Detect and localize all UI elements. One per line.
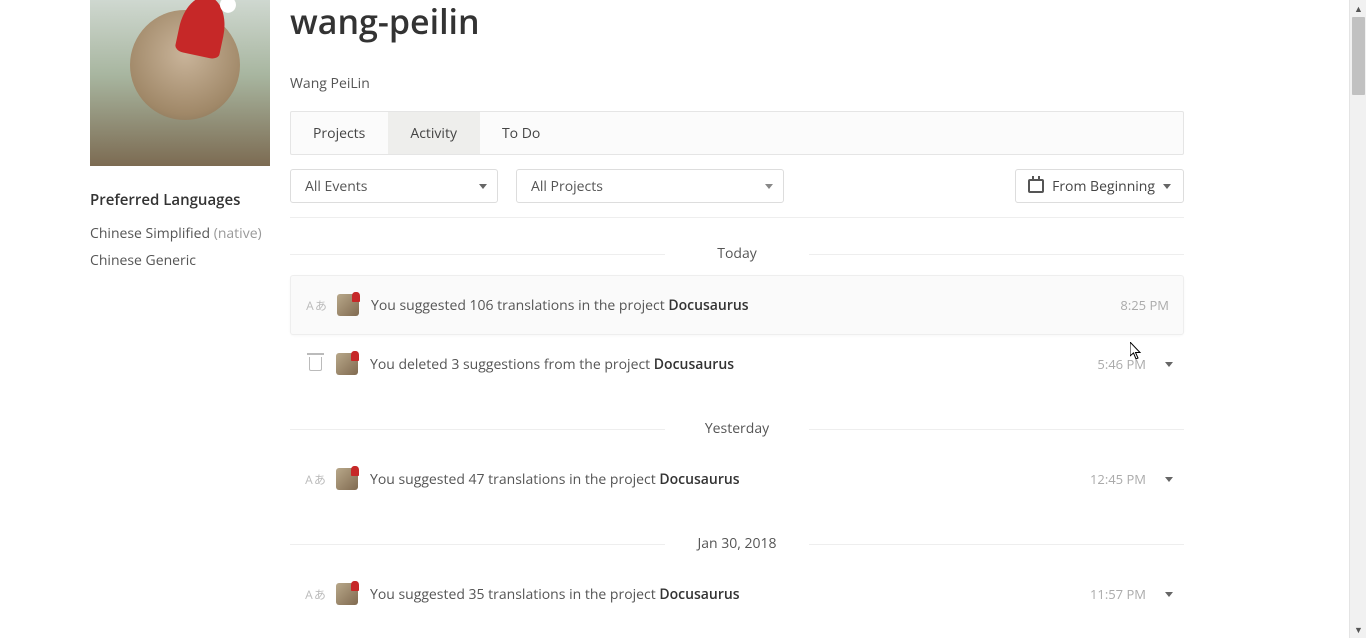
chevron-down-icon bbox=[1163, 184, 1171, 189]
translate-icon: A あ bbox=[298, 471, 332, 488]
activity-timestamp: 5:46 PM bbox=[1097, 355, 1146, 373]
activity-date-group: Yesterday A あ You suggested 47 translation… bbox=[290, 419, 1184, 508]
profile-tabs: Projects Activity To Do bbox=[290, 111, 1184, 155]
activity-date-group: Jan 30, 2018 A あ You suggested 35 translat… bbox=[290, 534, 1184, 623]
activity-row[interactable]: A あ You suggested 35 translations in the … bbox=[290, 565, 1184, 623]
language-name: Chinese Generic bbox=[90, 251, 196, 270]
tab-projects[interactable]: Projects bbox=[291, 112, 388, 154]
activity-timestamp: 11:57 PM bbox=[1090, 585, 1146, 603]
projects-filter-select[interactable]: All Projects bbox=[516, 169, 784, 203]
translate-icon: A あ bbox=[298, 586, 332, 603]
scroll-up-arrow-icon[interactable]: ▲ bbox=[1350, 0, 1366, 17]
activity-timestamp: 12:45 PM bbox=[1090, 470, 1146, 488]
activity-text: You suggested 35 translations in the pro… bbox=[370, 585, 1090, 604]
chevron-down-icon bbox=[479, 184, 487, 189]
projects-filter-value: All Projects bbox=[531, 177, 603, 196]
activity-date-group: Today A あ You suggested 106 translations i… bbox=[290, 244, 1184, 393]
activity-timestamp: 8:25 PM bbox=[1120, 296, 1169, 314]
date-group-label: Yesterday bbox=[691, 419, 783, 438]
activity-row[interactable]: You deleted 3 suggestions from the proje… bbox=[290, 335, 1184, 393]
events-filter-value: All Events bbox=[305, 177, 367, 196]
activity-text: You suggested 106 translations in the pr… bbox=[371, 296, 1120, 315]
trash-icon bbox=[298, 357, 332, 371]
language-name: Chinese Simplified bbox=[90, 224, 210, 243]
activity-text: You suggested 47 translations in the pro… bbox=[370, 470, 1090, 489]
calendar-icon bbox=[1028, 179, 1044, 193]
vertical-scrollbar[interactable]: ▲ ▼ bbox=[1349, 0, 1366, 638]
language-item[interactable]: Chinese Generic bbox=[90, 251, 270, 270]
profile-display-name: Wang PeiLin bbox=[290, 74, 1184, 93]
user-avatar-thumbnail[interactable] bbox=[337, 294, 359, 316]
profile-username: wang-peilin bbox=[290, 0, 1184, 44]
project-link[interactable]: Docusaurus bbox=[659, 585, 739, 604]
user-avatar-thumbnail[interactable] bbox=[336, 353, 358, 375]
language-native-tag: (native) bbox=[214, 224, 262, 243]
user-avatar-thumbnail[interactable] bbox=[336, 468, 358, 490]
project-link[interactable]: Docusaurus bbox=[654, 355, 734, 374]
date-group-label: Today bbox=[703, 244, 771, 263]
date-range-button[interactable]: From Beginning bbox=[1015, 169, 1184, 203]
expand-chevron-icon[interactable] bbox=[1162, 477, 1176, 482]
profile-avatar[interactable] bbox=[90, 0, 270, 166]
scrollbar-thumb[interactable] bbox=[1352, 17, 1365, 95]
expand-chevron-icon[interactable] bbox=[1162, 362, 1176, 367]
language-item[interactable]: Chinese Simplified (native) bbox=[90, 224, 270, 243]
translate-icon: A あ bbox=[299, 297, 333, 314]
scroll-down-arrow-icon[interactable]: ▼ bbox=[1350, 621, 1366, 638]
project-link[interactable]: Docusaurus bbox=[668, 296, 748, 315]
user-avatar-thumbnail[interactable] bbox=[336, 583, 358, 605]
events-filter-select[interactable]: All Events bbox=[290, 169, 498, 203]
date-group-label: Jan 30, 2018 bbox=[683, 534, 790, 553]
tab-activity[interactable]: Activity bbox=[388, 112, 480, 154]
expand-chevron-icon[interactable] bbox=[1162, 592, 1176, 597]
activity-row[interactable]: A あ You suggested 47 translations in the … bbox=[290, 450, 1184, 508]
project-link[interactable]: Docusaurus bbox=[659, 470, 739, 489]
preferred-languages-heading: Preferred Languages bbox=[90, 190, 270, 210]
activity-text: You deleted 3 suggestions from the proje… bbox=[370, 355, 1097, 374]
date-range-label: From Beginning bbox=[1052, 177, 1155, 196]
activity-row[interactable]: A あ You suggested 106 translations in the… bbox=[290, 275, 1184, 335]
chevron-down-icon bbox=[765, 184, 773, 189]
tab-todo[interactable]: To Do bbox=[480, 112, 563, 154]
